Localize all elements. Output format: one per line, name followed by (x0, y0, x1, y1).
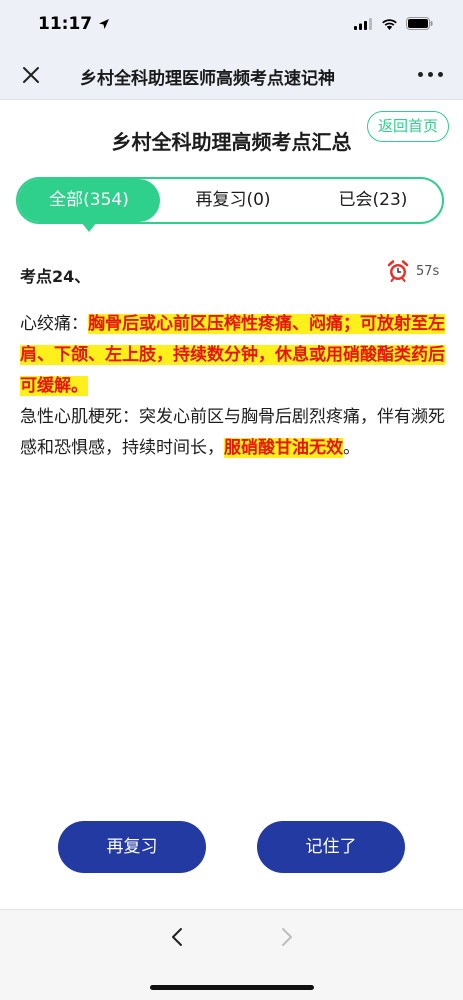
back-icon[interactable] (168, 926, 188, 948)
status-bar: 11:17 (0, 0, 463, 50)
tab-all[interactable]: 全部(354) (18, 179, 160, 222)
nav-title: 乡村全科助理医师高频考点速记神 (80, 69, 335, 89)
wifi-icon (382, 18, 397, 30)
alarm-clock-icon (387, 260, 409, 282)
home-button[interactable]: 返回首页 (367, 111, 449, 142)
home-indicator (150, 985, 314, 990)
status-time: 11:17 (38, 14, 110, 34)
tab-bar: 全部(354) 再复习(0) 已会(23) (16, 177, 444, 224)
remember-button[interactable]: 记住了 (257, 821, 405, 873)
close-icon[interactable] (20, 64, 42, 86)
forward-icon[interactable] (276, 926, 296, 948)
review-again-button[interactable]: 再复习 (58, 821, 206, 873)
point-header: 考点24、 (20, 267, 91, 286)
content-paragraph-2: 急性心肌梗死：突发心前区与胸骨后剧烈疼痛，伴有濒死感和恐惧感，持续时间长，服硝酸… (20, 402, 445, 464)
timer-text: 57s (416, 263, 440, 279)
tab-review[interactable]: 再复习(0) (168, 179, 298, 222)
active-tab-indicator (81, 222, 97, 232)
signal-icon (354, 17, 372, 30)
content-text: 。 (343, 438, 360, 458)
point-content: 心绞痛：胸骨后或心前区压榨性疼痛、闷痛；可放射至左肩、下颌、左上肢，持续数分钟，… (20, 309, 445, 464)
highlighted-text: 服硝酸甘油无效 (224, 438, 343, 458)
timer: 57s (386, 259, 439, 283)
content-text: 心绞痛： (20, 314, 88, 334)
more-icon[interactable] (418, 72, 443, 77)
battery-icon (406, 17, 433, 30)
nav-bar: 乡村全科助理医师高频考点速记神 (0, 50, 463, 100)
clock-text: 11:17 (38, 14, 93, 34)
content-paragraph-1: 心绞痛：胸骨后或心前区压榨性疼痛、闷痛；可放射至左肩、下颌、左上肢，持续数分钟，… (20, 309, 445, 402)
tab-learned[interactable]: 已会(23) (308, 179, 438, 222)
location-arrow-icon (99, 19, 110, 29)
